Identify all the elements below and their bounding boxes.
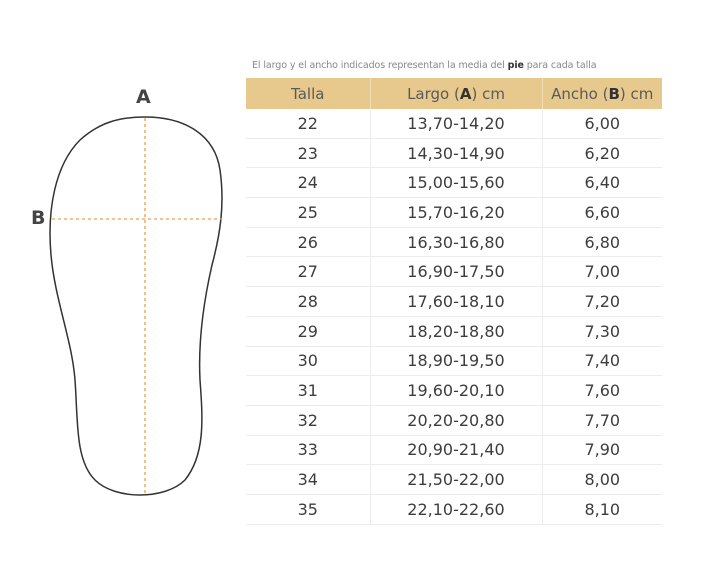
caption-bold-word: pie <box>507 60 524 71</box>
cell-talla: 34 <box>246 464 370 495</box>
table-caption: El largo y el ancho indicados representa… <box>252 60 672 71</box>
cell-ancho: 6,40 <box>541 167 662 199</box>
cell-ancho: 7,30 <box>541 316 662 347</box>
cell-talla: 27 <box>246 256 370 288</box>
label-b: B <box>31 207 46 229</box>
cell-talla: 22 <box>246 109 370 139</box>
header-ancho: Ancho (B) cm <box>541 78 662 109</box>
table-row: 32 20,20-20,80 7,70 <box>246 405 662 436</box>
caption-text-end: para cada talla <box>523 60 597 71</box>
header-ancho-prefix: Ancho ( <box>551 84 609 103</box>
cell-talla: 30 <box>246 346 370 377</box>
cell-ancho: 6,80 <box>541 227 662 258</box>
header-ancho-letter: B <box>608 84 620 103</box>
cell-ancho: 7,40 <box>541 346 662 377</box>
header-ancho-suffix: ) cm <box>619 84 654 103</box>
table-row: 23 14,30-14,90 6,20 <box>246 138 662 169</box>
cell-ancho: 7,00 <box>541 256 662 288</box>
cell-largo: 18,90-19,50 <box>369 346 542 377</box>
size-table: Talla Largo (A) cm Ancho (B) cm 22 13,70-… <box>246 78 662 525</box>
cell-largo: 16,30-16,80 <box>369 227 542 258</box>
cell-ancho: 7,60 <box>541 375 662 406</box>
cell-largo: 22,10-22,60 <box>369 494 542 525</box>
table-row: 35 22,10-22,60 8,10 <box>246 494 662 525</box>
cell-largo: 18,20-18,80 <box>369 316 542 347</box>
cell-ancho: 8,00 <box>541 464 662 495</box>
table-header-row: Talla Largo (A) cm Ancho (B) cm <box>246 78 662 109</box>
table-row: 33 20,90-21,40 7,90 <box>246 435 662 466</box>
table-row: 31 19,60-20,10 7,60 <box>246 375 662 406</box>
cell-talla: 33 <box>246 435 370 466</box>
header-largo-prefix: Largo ( <box>407 84 460 103</box>
cell-talla: 25 <box>246 197 370 228</box>
cell-ancho: 7,70 <box>541 405 662 436</box>
table-row: 24 15,00-15,60 6,40 <box>246 167 662 199</box>
table-row: 28 17,60-18,10 7,20 <box>246 286 662 317</box>
cell-talla: 26 <box>246 227 370 258</box>
cell-talla: 28 <box>246 286 370 317</box>
cell-largo: 14,30-14,90 <box>369 138 542 169</box>
cell-talla: 24 <box>246 167 370 199</box>
cell-largo: 20,20-20,80 <box>369 405 542 436</box>
cell-largo: 15,00-15,60 <box>369 167 542 199</box>
cell-talla: 23 <box>246 138 370 169</box>
header-largo: Largo (A) cm <box>369 78 542 109</box>
foot-outline-icon <box>49 116 223 496</box>
cell-largo: 20,90-21,40 <box>369 435 542 466</box>
cell-largo: 19,60-20,10 <box>369 375 542 406</box>
cell-talla: 29 <box>246 316 370 347</box>
cell-talla: 31 <box>246 375 370 406</box>
table-row: 26 16,30-16,80 6,80 <box>246 227 662 258</box>
table-row: 29 18,20-18,80 7,30 <box>246 316 662 347</box>
label-a: A <box>136 86 151 108</box>
cell-ancho: 6,60 <box>541 197 662 228</box>
table-row: 34 21,50-22,00 8,00 <box>246 464 662 495</box>
header-largo-suffix: ) cm <box>471 84 505 103</box>
cell-ancho: 7,20 <box>541 286 662 317</box>
table-row: 27 16,90-17,50 7,00 <box>246 256 662 288</box>
cell-largo: 16,90-17,50 <box>369 256 542 288</box>
cell-largo: 13,70-14,20 <box>369 109 542 139</box>
header-largo-letter: A <box>459 84 472 103</box>
caption-text-start: El largo y el ancho indicados representa… <box>252 60 508 71</box>
cell-talla: 32 <box>246 405 370 436</box>
table-row: 30 18,90-19,50 7,40 <box>246 346 662 377</box>
cell-ancho: 7,90 <box>541 435 662 466</box>
header-talla: Talla <box>246 78 370 109</box>
table-row: 25 15,70-16,20 6,60 <box>246 197 662 228</box>
cell-ancho: 6,20 <box>541 138 662 169</box>
cell-ancho: 6,00 <box>541 109 662 139</box>
cell-largo: 15,70-16,20 <box>369 197 542 228</box>
table-row: 22 13,70-14,20 6,00 <box>246 109 662 139</box>
cell-ancho: 8,10 <box>541 494 662 525</box>
foot-diagram: A B <box>0 0 240 567</box>
cell-largo: 17,60-18,10 <box>369 286 542 317</box>
cell-talla: 35 <box>246 494 370 525</box>
foot-outline <box>49 116 223 496</box>
cell-largo: 21,50-22,00 <box>369 464 542 495</box>
